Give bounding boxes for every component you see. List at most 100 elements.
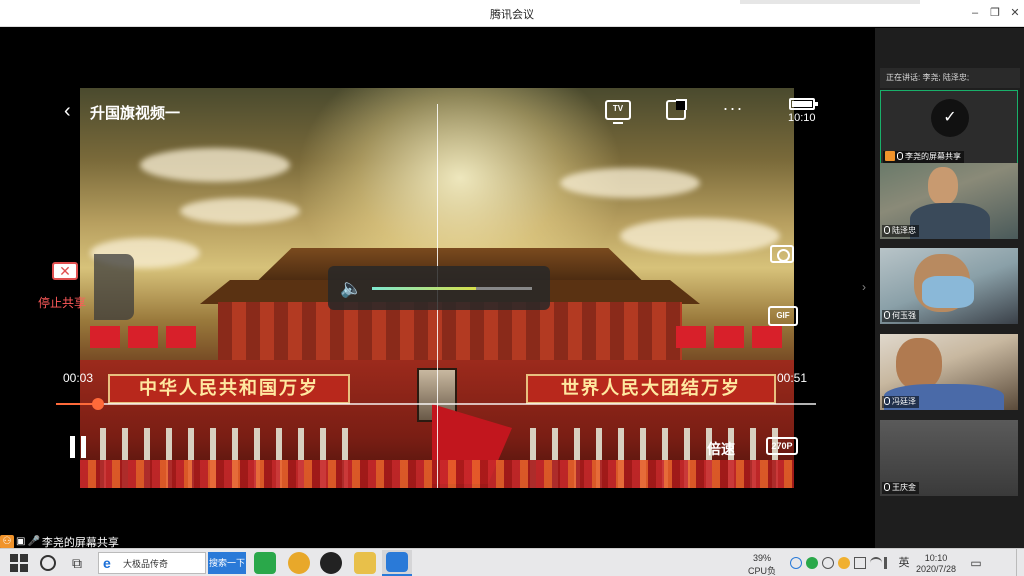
current-time: 00:03: [63, 371, 94, 385]
participant-tile[interactable]: 陆泽忠: [880, 163, 1018, 239]
avatar-logo: ✓: [931, 99, 969, 137]
input-method-indicator[interactable]: 英: [898, 557, 910, 569]
participant-face: [928, 167, 958, 205]
participant-face: [896, 338, 942, 390]
battery-icon: [789, 98, 818, 110]
flag: [128, 326, 158, 348]
app-folder-icon[interactable]: [354, 552, 376, 574]
app-360-browser-icon[interactable]: [254, 552, 276, 574]
video-title: 升国旗视频一: [90, 105, 181, 122]
total-time: 00:51: [777, 371, 808, 385]
participant-label: 李尧的屏幕共享: [883, 151, 964, 163]
share-toolbar-handle[interactable]: [94, 254, 134, 320]
flag: [676, 326, 706, 348]
notification-icon[interactable]: ▭: [970, 557, 982, 569]
volume-overlay: 🔈: [328, 266, 550, 310]
restore-button[interactable]: ❐: [986, 4, 1004, 22]
share-out-icon[interactable]: [666, 99, 687, 120]
cloud: [620, 218, 780, 254]
minimize-button[interactable]: –: [966, 4, 984, 22]
speaking-indicator: 正在讲话: 李尧; 陆泽忠;: [880, 68, 1020, 88]
gate-facade: [218, 302, 682, 362]
slogan-left: 中华人民共和国万岁: [108, 374, 350, 404]
tv-cast-icon[interactable]: TV: [605, 100, 631, 124]
participant-label: 陆泽忠: [882, 225, 919, 237]
cloud: [140, 148, 290, 182]
flag: [752, 326, 782, 348]
mic-icon: [897, 152, 903, 160]
seek-bar[interactable]: [56, 398, 816, 410]
cloud: [180, 198, 300, 224]
pause-icon[interactable]: [68, 436, 88, 458]
volume-level: [372, 287, 476, 290]
cortana-icon[interactable]: [40, 555, 56, 571]
flag: [714, 326, 744, 348]
participant-tile[interactable]: 冯廷泽: [880, 334, 1018, 410]
app-chrome-icon[interactable]: [288, 552, 310, 574]
mic-icon: [884, 397, 890, 405]
speaker-icon: 🔈: [340, 278, 363, 298]
task-view-icon[interactable]: ⧉: [72, 555, 90, 571]
gif-record-icon[interactable]: GIF: [768, 306, 798, 326]
back-icon[interactable]: ‹: [64, 100, 84, 122]
title-bar: 腾讯会议 – ❐ ✕: [0, 0, 1024, 27]
user-badge-icon: ⚇: [0, 534, 14, 549]
participant-label: 王庆金: [882, 482, 919, 494]
player-clock: 10:10: [788, 112, 816, 124]
mic-icon: [884, 226, 890, 234]
tray-app-icon[interactable]: [790, 557, 802, 569]
volume-slider[interactable]: [372, 287, 532, 290]
title-bar-strip: [740, 0, 920, 4]
participant-name: 何玉强: [892, 311, 916, 320]
sharer-label-bar: ⚇ ▣ 🎤 李尧的屏幕共享: [0, 533, 119, 549]
app-window: 腾讯会议 – ❐ ✕ 中华人民共和国万岁 世界人民大团结万岁 ‹ 升国旗视频一: [0, 0, 1024, 576]
browser-search-text: 大极品传奇: [123, 559, 169, 569]
cloud: [560, 168, 700, 198]
participant-tile[interactable]: ✓ 李尧的屏幕共享: [880, 90, 1018, 166]
tencent-meeting-icon: [386, 552, 408, 572]
mic-icon: 🎤: [27, 536, 40, 548]
mic-icon: [884, 483, 890, 491]
participant-tile[interactable]: 王庆金: [880, 420, 1018, 496]
show-desktop-button[interactable]: [1016, 549, 1018, 576]
quality-button[interactable]: 270P: [766, 437, 798, 455]
screenshot-camera-icon[interactable]: [770, 245, 794, 263]
flag: [90, 326, 120, 348]
app-tencent-meeting-tab[interactable]: [382, 550, 412, 576]
tray-security-icon[interactable]: [806, 557, 818, 569]
tray-qq-icon[interactable]: [838, 557, 850, 569]
wifi-icon[interactable]: [870, 557, 882, 569]
user-badge-icon: [885, 151, 895, 161]
taskbar-time[interactable]: 10:10: [916, 553, 956, 563]
cpu-percent: 39%: [752, 553, 771, 563]
taskbar-date[interactable]: 2020/7/28: [912, 564, 960, 574]
slogan-right: 世界人民大团结万岁: [526, 374, 776, 404]
volume-icon[interactable]: [884, 557, 896, 569]
participant-name: 王庆金: [892, 483, 916, 492]
participant-name: 冯廷泽: [892, 397, 916, 406]
face-mask: [922, 276, 974, 308]
windows-start-icon[interactable]: [10, 554, 28, 572]
seek-handle[interactable]: [91, 398, 104, 410]
playback-speed-button[interactable]: 倍速: [707, 439, 735, 459]
close-button[interactable]: ✕: [1006, 4, 1024, 22]
participant-label: 何玉强: [882, 310, 919, 322]
stop-share-button[interactable]: ✕ 停止共享: [36, 254, 134, 322]
collapse-panel-icon[interactable]: ›: [862, 280, 866, 294]
window-title: 腾讯会议: [490, 9, 534, 21]
search-button[interactable]: 搜索一下: [208, 552, 246, 574]
flag-row-left: [90, 326, 204, 348]
more-icon[interactable]: ···: [720, 99, 746, 120]
participant-tile[interactable]: 何玉强: [880, 248, 1018, 324]
flag: [166, 326, 196, 348]
tray-display-icon[interactable]: [854, 557, 866, 569]
mic-icon: [884, 311, 890, 319]
tray-status-icon[interactable]: [822, 557, 834, 569]
app-media-icon[interactable]: [320, 552, 342, 574]
flag-row-right: [676, 326, 790, 348]
browser-search-box[interactable]: e 大极品传奇: [98, 552, 206, 574]
screen-icon: ▣: [16, 536, 26, 548]
participant-name: 陆泽忠: [892, 226, 916, 235]
browser-icon: e: [103, 555, 111, 571]
windows-taskbar: ⧉ e 大极品传奇 搜索一下 39% CPU负载 英 10:10 2020/7/…: [0, 548, 1024, 576]
